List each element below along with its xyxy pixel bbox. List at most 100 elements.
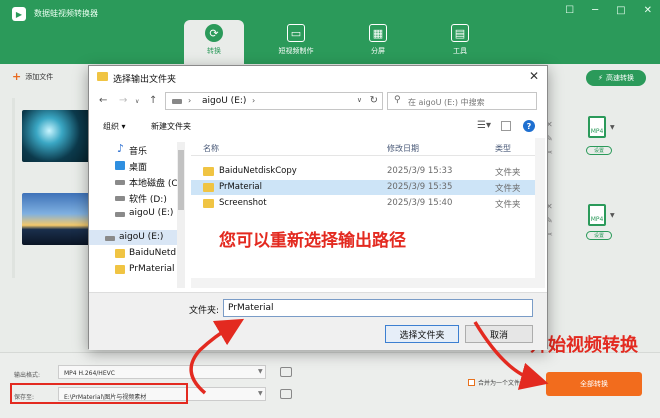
search-input[interactable]: ⚲ 在 aigoU (E:) 中搜索: [387, 92, 537, 110]
tree-item-label: PrMaterial: [129, 264, 175, 274]
tab-label: 分屏: [371, 47, 385, 55]
list-horizontal-scrollbar[interactable]: [191, 278, 535, 288]
column-header-type[interactable]: 类型: [495, 143, 511, 154]
breadcrumb-separator[interactable]: ›: [188, 96, 191, 105]
tab-convert[interactable]: ⟳ 转换: [184, 20, 244, 64]
tree-item-drive-e[interactable]: aigoU (E:): [89, 206, 185, 221]
forward-arrow-icon[interactable]: →: [119, 95, 127, 106]
main-tabs: ⟳ 转换 ▭ 短视频制作 ▦ 分屏 ▤ 工具: [184, 20, 512, 64]
chevron-down-icon[interactable]: ▼: [610, 212, 615, 219]
back-arrow-icon[interactable]: ←: [99, 95, 107, 106]
tree-item-drive-c[interactable]: 本地磁盘 (C: [89, 174, 185, 189]
app-logo-icon: ▶: [12, 7, 26, 21]
drive-icon: [115, 196, 125, 201]
tree-item-label: aigoU (E:): [129, 208, 174, 218]
list-scrollbar[interactable]: [535, 138, 545, 288]
list-item[interactable]: BaiduNetdiskCopy 2025/3/9 15:33 文件夹: [191, 164, 545, 179]
organize-button[interactable]: 组织 ▾: [103, 121, 126, 132]
address-bar[interactable]: › aigoU (E:) › ∨ ↻: [165, 92, 383, 110]
view-options-icon[interactable]: ☰▾: [477, 120, 491, 131]
scrollbar-thumb[interactable]: [178, 150, 184, 210]
tree-item-music[interactable]: ♪ 音乐: [89, 142, 185, 157]
app-header: ▶ 数据蛙视频转换器 ☐ ─ □ ✕ ⟳ 转换 ▭ 短视频制作 ▦ 分屏 ▤ 工…: [0, 0, 660, 64]
format-badge-icon[interactable]: MP4: [588, 116, 606, 138]
folder-name-input[interactable]: PrMaterial: [223, 299, 533, 317]
tree-item-label: 软件 (D:): [129, 195, 167, 205]
breadcrumb-separator[interactable]: ›: [252, 96, 255, 105]
file-list: 名称 修改日期 类型 BaiduNetdiskCopy 2025/3/9 15:…: [191, 138, 545, 288]
maximize-icon[interactable]: □: [616, 5, 625, 16]
settings-button[interactable]: 设置: [586, 146, 612, 155]
breadcrumb-drive[interactable]: aigoU (E:): [202, 96, 246, 106]
chevron-down-icon[interactable]: ▼: [258, 390, 263, 397]
select-folder-button[interactable]: 选择文件夹: [385, 325, 459, 343]
tree-item-prmaterial[interactable]: PrMaterial: [89, 262, 185, 277]
close-icon[interactable]: ✕: [529, 69, 539, 83]
tree-item-drive-e-expanded[interactable]: aigoU (E:): [89, 230, 185, 245]
up-arrow-icon[interactable]: ↑: [149, 95, 157, 106]
column-header-name[interactable]: 名称: [203, 143, 219, 154]
desktop-icon: [115, 161, 125, 170]
window-controls: ☐ ─ □ ✕: [565, 5, 652, 16]
output-format-value: MP4 H.264/HEVC: [64, 370, 115, 377]
chevron-down-icon[interactable]: ▼: [258, 368, 263, 375]
tree-item-label: 本地磁盘 (C: [129, 179, 178, 189]
music-icon: ♪: [117, 142, 125, 155]
output-format-label: 输出格式:: [14, 372, 41, 379]
column-header-date[interactable]: 修改日期: [387, 143, 419, 154]
reselect-path-annotation: 您可以重新选择输出路径: [219, 231, 406, 251]
minimize-icon[interactable]: ─: [592, 5, 598, 16]
new-folder-button[interactable]: 新建文件夹: [151, 121, 191, 132]
tree-item-drive-d[interactable]: 软件 (D:): [89, 190, 185, 205]
tree-item-label: aigoU (E:): [119, 232, 164, 242]
search-icon: ⚲: [394, 95, 401, 105]
preview-pane-icon[interactable]: [501, 121, 511, 131]
feedback-icon[interactable]: ☐: [565, 5, 574, 16]
list-header: 名称 修改日期 类型: [191, 140, 545, 156]
toolbox-icon: ▤: [451, 24, 469, 42]
checkbox-icon[interactable]: [468, 379, 475, 386]
list-item[interactable]: Screenshot 2025/3/9 15:40 文件夹: [191, 196, 545, 211]
tab-short-video[interactable]: ▭ 短视频制作: [266, 20, 326, 64]
tab-label: 工具: [453, 47, 467, 55]
add-file-button[interactable]: + 添加文件: [12, 70, 53, 83]
file-date: 2025/3/9 15:40: [387, 198, 453, 208]
turbo-convert-button[interactable]: ⚡ 高速转换: [586, 70, 646, 86]
merge-checkbox[interactable]: 合并为一个文件: [468, 378, 520, 387]
help-icon[interactable]: ?: [523, 120, 535, 132]
open-folder-icon[interactable]: [280, 389, 292, 399]
tree-item-label: 桌面: [129, 163, 148, 173]
settings-button[interactable]: 设置: [586, 231, 612, 240]
tree-item-desktop[interactable]: 桌面: [89, 158, 185, 173]
tree-item-baidu[interactable]: BaiduNetd: [89, 246, 185, 261]
close-icon[interactable]: ✕: [644, 5, 652, 16]
dialog-footer: 文件夹: PrMaterial 选择文件夹 取消: [89, 292, 547, 350]
tab-split-screen[interactable]: ▦ 分屏: [348, 20, 408, 64]
chevron-down-icon[interactable]: ▼: [610, 124, 615, 131]
file-type: 文件夹: [495, 200, 521, 210]
dialog-toolbar: 组织 ▾ 新建文件夹 ☰▾ ?: [89, 118, 547, 136]
tab-tools[interactable]: ▤ 工具: [430, 20, 490, 64]
video-thumbnail[interactable]: [22, 110, 90, 162]
file-name: PrMaterial: [219, 182, 263, 192]
settings-icon[interactable]: [280, 367, 292, 377]
chevron-down-icon[interactable]: ∨: [135, 98, 139, 105]
file-name: BaiduNetdiskCopy: [219, 166, 297, 176]
format-badge-icon[interactable]: MP4: [588, 204, 606, 226]
drive-icon: [115, 212, 125, 217]
tree-scrollbar[interactable]: [177, 142, 185, 288]
lightning-icon: ⚡: [598, 74, 603, 82]
nav-row: ← → ∨ ↑ › aigoU (E:) › ∨ ↻ ⚲ 在 aigoU (E:…: [89, 92, 547, 112]
video-thumbnail[interactable]: [22, 193, 90, 245]
cancel-button[interactable]: 取消: [465, 325, 533, 343]
folder-icon: [203, 199, 214, 208]
list-item[interactable]: PrMaterial 2025/3/9 15:35 文件夹: [191, 180, 545, 195]
refresh-icon[interactable]: ↻: [370, 95, 378, 106]
file-type: 文件夹: [495, 168, 521, 178]
convert-all-button[interactable]: 全部转换: [546, 372, 642, 396]
file-name: Screenshot: [219, 198, 267, 208]
dialog-title: 选择输出文件夹: [113, 75, 177, 85]
tree-item-label: 音乐: [129, 147, 148, 157]
add-file-label: 添加文件: [25, 72, 54, 81]
chevron-down-icon[interactable]: ∨: [357, 96, 362, 104]
